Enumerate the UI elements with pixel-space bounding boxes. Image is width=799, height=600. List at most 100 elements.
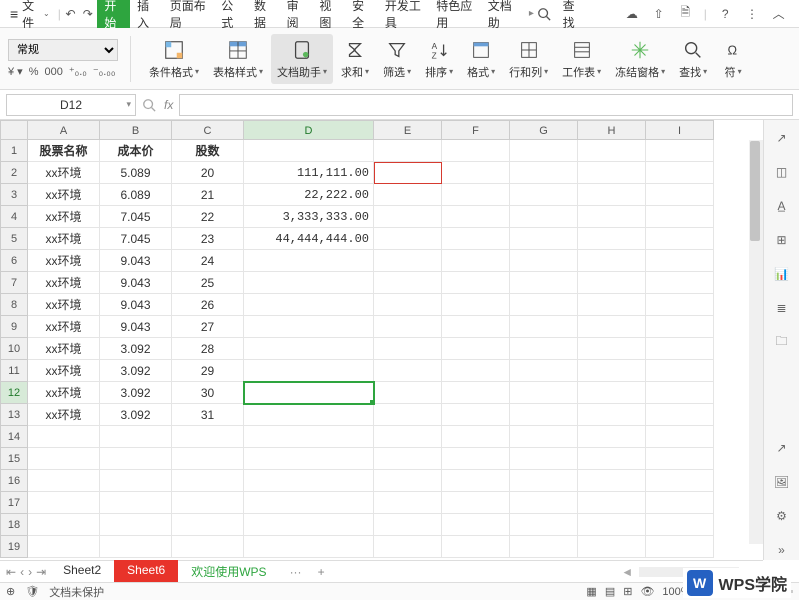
col-header-C[interactable]: C [172, 120, 244, 140]
cell-E15[interactable] [374, 448, 442, 470]
cell-G18[interactable] [510, 514, 578, 536]
cell-A10[interactable]: xx环境 [28, 338, 100, 360]
chart-icon[interactable]: 📊 [772, 264, 792, 284]
cell-C6[interactable]: 24 [172, 250, 244, 272]
sheet-more-icon[interactable]: ··· [284, 565, 308, 579]
cell-G1[interactable] [510, 140, 578, 162]
cell-A11[interactable]: xx环境 [28, 360, 100, 382]
cell-A8[interactable]: xx环境 [28, 294, 100, 316]
row-header-9[interactable]: 9 [0, 316, 28, 338]
cell-G13[interactable] [510, 404, 578, 426]
help-icon[interactable]: ? [717, 5, 734, 23]
collapse-ribbon-icon[interactable]: ︿ [770, 5, 787, 23]
cell-I10[interactable] [646, 338, 714, 360]
cell-E14[interactable] [374, 426, 442, 448]
ribbon-rows-cols[interactable]: 行和列▾ [503, 38, 554, 80]
settings-gear-icon[interactable]: ⊕ [6, 585, 15, 598]
cell-E2[interactable] [374, 162, 442, 184]
cell-I7[interactable] [646, 272, 714, 294]
cell-I16[interactable] [646, 470, 714, 492]
apps-icon[interactable]: ⊞ [772, 230, 792, 250]
cell-B1[interactable]: 成本价 [100, 140, 172, 162]
cell-H2[interactable] [578, 162, 646, 184]
cell-F2[interactable] [442, 162, 510, 184]
cell-E1[interactable] [374, 140, 442, 162]
styles-icon[interactable]: A̲ [772, 196, 792, 216]
cell-I19[interactable] [646, 536, 714, 558]
row-header-4[interactable]: 4 [0, 206, 28, 228]
backup-icon[interactable]: 🗀 [772, 332, 792, 352]
ribbon-doc-helper[interactable]: 文档助手▾ [271, 34, 333, 84]
cell-H7[interactable] [578, 272, 646, 294]
cell-A5[interactable]: xx环境 [28, 228, 100, 250]
cell-A14[interactable] [28, 426, 100, 448]
cell-E17[interactable] [374, 492, 442, 514]
cell-G6[interactable] [510, 250, 578, 272]
decrease-decimal-button[interactable]: ⁻₀.₀₀ [93, 65, 116, 78]
cell-H8[interactable] [578, 294, 646, 316]
sheet-tab-Sheet6[interactable]: Sheet6 [114, 560, 178, 583]
ribbon-funnel[interactable]: 筛选▾ [377, 38, 417, 80]
pointer-icon[interactable]: ↗ [772, 128, 792, 148]
ribbon-worksheet[interactable]: 工作表▾ [556, 38, 607, 80]
row-header-18[interactable]: 18 [0, 514, 28, 536]
row-header-13[interactable]: 13 [0, 404, 28, 426]
cell-D6[interactable] [244, 250, 374, 272]
cell-F16[interactable] [442, 470, 510, 492]
currency-button[interactable]: ¥ ▾ [8, 65, 23, 78]
sheet-first-icon[interactable]: ⇤ [6, 565, 16, 579]
cell-C15[interactable] [172, 448, 244, 470]
cell-A13[interactable]: xx环境 [28, 404, 100, 426]
cell-F8[interactable] [442, 294, 510, 316]
redo-icon[interactable]: ↷ [80, 5, 95, 23]
cell-D19[interactable] [244, 536, 374, 558]
cell-A16[interactable] [28, 470, 100, 492]
cell-F15[interactable] [442, 448, 510, 470]
cell-G19[interactable] [510, 536, 578, 558]
cell-E18[interactable] [374, 514, 442, 536]
cell-I6[interactable] [646, 250, 714, 272]
cell-D4[interactable]: 3,333,333.00 [244, 206, 374, 228]
cell-D1[interactable] [244, 140, 374, 162]
cell-A17[interactable] [28, 492, 100, 514]
row-header-19[interactable]: 19 [0, 536, 28, 558]
row-header-5[interactable]: 5 [0, 228, 28, 250]
cell-B10[interactable]: 3.092 [100, 338, 172, 360]
thousands-button[interactable]: 000 [44, 66, 62, 78]
number-format-select[interactable]: 常规 [8, 39, 118, 61]
cell-G14[interactable] [510, 426, 578, 448]
cell-H6[interactable] [578, 250, 646, 272]
cell-A15[interactable] [28, 448, 100, 470]
sheet-add-icon[interactable]: + [312, 565, 331, 579]
cell-H15[interactable] [578, 448, 646, 470]
cell-G2[interactable] [510, 162, 578, 184]
ribbon-freeze[interactable]: 冻结窗格▾ [609, 38, 671, 80]
cell-C8[interactable]: 26 [172, 294, 244, 316]
cell-A1[interactable]: 股票名称 [28, 140, 100, 162]
scrollbar-thumb[interactable] [750, 141, 760, 241]
cell-H17[interactable] [578, 492, 646, 514]
cell-F18[interactable] [442, 514, 510, 536]
cell-B9[interactable]: 9.043 [100, 316, 172, 338]
cell-C19[interactable] [172, 536, 244, 558]
row-header-15[interactable]: 15 [0, 448, 28, 470]
select-icon[interactable]: ◫ [772, 162, 792, 182]
vertical-scrollbar[interactable] [749, 140, 763, 544]
cell-H18[interactable] [578, 514, 646, 536]
row-header-1[interactable]: 1 [0, 140, 28, 162]
cell-G3[interactable] [510, 184, 578, 206]
ribbon-grid-cond[interactable]: 条件格式▾ [143, 38, 205, 80]
col-header-A[interactable]: A [28, 120, 100, 140]
row-header-16[interactable]: 16 [0, 470, 28, 492]
settings-icon[interactable]: ⚙ [772, 506, 792, 526]
layers-icon[interactable]: ≣ [772, 298, 792, 318]
file-menu[interactable]: ≡ 文件 ⌄ [4, 0, 56, 31]
cell-H1[interactable] [578, 140, 646, 162]
cell-E11[interactable] [374, 360, 442, 382]
cell-A9[interactable]: xx环境 [28, 316, 100, 338]
cell-B8[interactable]: 9.043 [100, 294, 172, 316]
sheet-tab-欢迎使用WPS[interactable]: 欢迎使用WPS [178, 560, 279, 583]
cell-E9[interactable] [374, 316, 442, 338]
cell-I3[interactable] [646, 184, 714, 206]
cell-H3[interactable] [578, 184, 646, 206]
